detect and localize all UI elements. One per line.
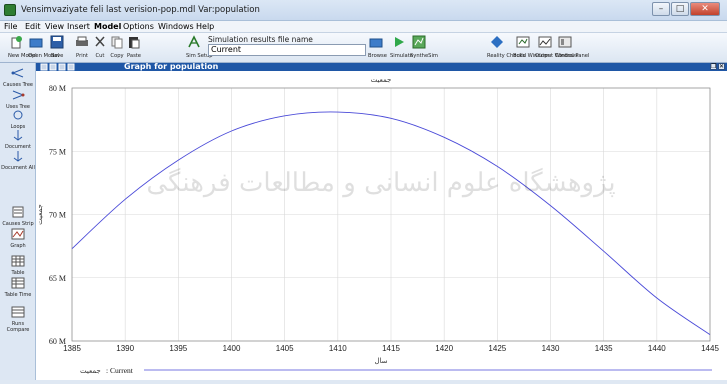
y-tick-label: 65 M xyxy=(49,274,66,283)
sim-setup-button[interactable]: Sim Setup xyxy=(186,34,202,59)
x-tick-label: 1440 xyxy=(648,344,666,353)
legend-series-name: جمعیت xyxy=(80,367,101,375)
x-tick-label: 1410 xyxy=(329,344,347,353)
control-panel-button[interactable]: Control Panel xyxy=(555,34,575,59)
save-icon xyxy=(50,35,64,49)
graph-window-titlebar: Graph for population ❐ ✕ xyxy=(36,63,727,71)
copy-icon xyxy=(110,35,124,49)
open-model-button[interactable]: Open Model xyxy=(28,34,44,59)
y-tick-label: 70 M xyxy=(49,211,66,220)
browse-button[interactable]: Browse xyxy=(368,34,384,59)
menu-help[interactable]: Help xyxy=(196,22,214,31)
print-icon xyxy=(75,35,89,49)
control-panel-icon xyxy=(558,35,572,49)
causes-strip-icon xyxy=(11,206,25,218)
graph-icon xyxy=(11,228,25,240)
play-icon xyxy=(392,35,406,49)
menu-bar: File Edit View Insert Model Options Wind… xyxy=(0,21,727,33)
vensim-window: Vensimvaziyate feli last verision-pop.md… xyxy=(0,0,727,380)
graph-restore-button[interactable]: ❐ xyxy=(710,63,717,70)
browse-folder-icon xyxy=(369,35,383,49)
causes-tree-button[interactable]: Causes Tree xyxy=(1,64,35,89)
minimize-button[interactable]: – xyxy=(652,2,670,16)
x-axis-label: سال xyxy=(374,357,387,365)
menu-model[interactable]: Model xyxy=(94,22,121,31)
new-model-button[interactable]: New Model xyxy=(8,34,24,59)
loops-icon xyxy=(11,109,25,121)
simulate-button[interactable]: Simulate xyxy=(390,34,408,59)
menu-options[interactable]: Options xyxy=(123,22,154,31)
open-model-icon xyxy=(29,35,43,49)
analysis-toolbar: Causes Tree Uses Tree Loops Document Doc… xyxy=(0,63,36,380)
graph-window-icons[interactable] xyxy=(40,63,84,71)
graph-button[interactable]: Graph xyxy=(1,225,35,250)
print-button[interactable]: Print xyxy=(75,34,89,59)
vensim-app-icon xyxy=(4,4,16,16)
sim-results-label: Simulation results file name xyxy=(208,35,313,44)
synthesim-button[interactable]: SyntheSim xyxy=(410,34,428,59)
runs-compare-icon xyxy=(11,306,25,318)
x-tick-label: 1400 xyxy=(223,344,241,353)
legend-run-label: : Current xyxy=(106,366,134,375)
causes-strip-button[interactable]: Causes Strip xyxy=(1,203,35,228)
sim-results-field[interactable]: Current xyxy=(208,44,366,56)
x-tick-label: 1390 xyxy=(116,344,134,353)
y-axis-label: جمعیت xyxy=(36,204,44,225)
table-time-button[interactable]: Table Time xyxy=(1,274,35,299)
table-time-icon xyxy=(11,277,25,289)
build-windows-button[interactable]: Build Windows xyxy=(513,34,533,59)
x-tick-label: 1425 xyxy=(488,344,506,353)
population-chart: جمعیت13851390139514001405141014151420142… xyxy=(36,71,727,380)
window-title: Vensimvaziyate feli last verision-pop.md… xyxy=(21,5,260,15)
document-icon xyxy=(11,129,25,141)
synthesim-icon xyxy=(412,35,426,49)
x-tick-label: 1420 xyxy=(435,344,453,353)
y-tick-label: 60 M xyxy=(49,337,66,346)
x-tick-label: 1395 xyxy=(169,344,187,353)
close-button[interactable]: ✕ xyxy=(690,2,720,16)
document-all-button[interactable]: Document All xyxy=(1,147,35,172)
graph-window-title: Graph for population xyxy=(124,62,218,71)
menu-file[interactable]: File xyxy=(4,22,17,31)
output-windows-icon xyxy=(538,35,552,49)
x-tick-label: 1445 xyxy=(701,344,719,353)
watermark-text: پژوهشگاه علوم انسانی و مطالعات فرهنگی xyxy=(146,167,615,198)
document-all-icon xyxy=(11,150,25,162)
cut-button[interactable]: Cut xyxy=(93,34,107,59)
chart-title: جمعیت xyxy=(371,76,392,84)
main-toolbar: New Model Open Model Save Print Cut Copy… xyxy=(0,33,727,63)
paste-icon xyxy=(127,35,141,49)
x-tick-label: 1405 xyxy=(276,344,294,353)
reality-checks-button[interactable]: Reality Checks xyxy=(487,34,507,59)
menu-edit[interactable]: Edit xyxy=(25,22,41,31)
y-tick-label: 75 M xyxy=(49,147,66,156)
graph-close-button[interactable]: ✕ xyxy=(718,63,725,70)
paste-button[interactable]: Paste xyxy=(127,34,141,59)
save-button[interactable]: Save xyxy=(50,34,64,59)
x-tick-label: 1415 xyxy=(382,344,400,353)
menu-windows[interactable]: Windows xyxy=(158,22,194,31)
sim-setup-icon xyxy=(187,35,201,49)
build-windows-icon xyxy=(516,35,530,49)
x-tick-label: 1435 xyxy=(595,344,613,353)
maximize-button[interactable]: □ xyxy=(671,2,689,16)
output-windows-button[interactable]: Output Windows xyxy=(535,34,555,59)
graph-panel: جمعیت13851390139514001405141014151420142… xyxy=(36,71,727,380)
table-button[interactable]: Table xyxy=(1,252,35,277)
x-tick-label: 1430 xyxy=(542,344,560,353)
title-bar: Vensimvaziyate feli last verision-pop.md… xyxy=(0,0,727,21)
causes-tree-icon xyxy=(11,67,25,79)
scissors-icon xyxy=(93,35,107,49)
menu-insert[interactable]: Insert xyxy=(67,22,90,31)
runs-compare-button[interactable]: Runs Compare xyxy=(1,303,35,333)
copy-button[interactable]: Copy xyxy=(110,34,124,59)
uses-tree-icon xyxy=(11,89,25,101)
y-tick-label: 80 M xyxy=(49,84,66,93)
table-icon xyxy=(11,255,25,267)
new-model-icon xyxy=(9,35,23,49)
menu-view[interactable]: View xyxy=(45,22,64,31)
reality-checks-icon xyxy=(490,35,504,49)
